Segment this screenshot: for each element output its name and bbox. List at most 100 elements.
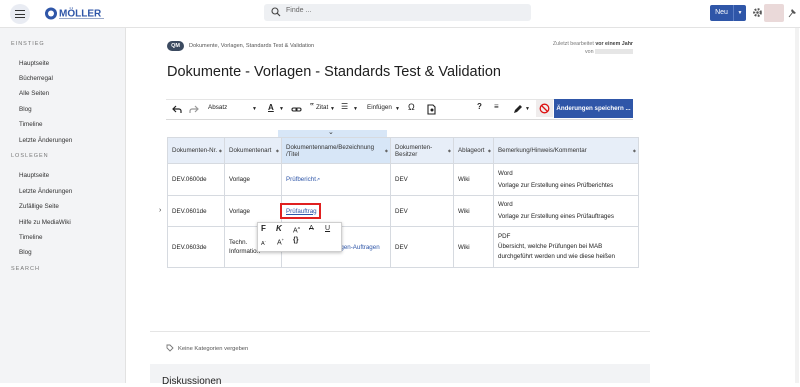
chevron-down-icon[interactable]: ▼ — [353, 106, 358, 112]
pin-icon[interactable] — [788, 7, 797, 18]
edit-mode-icon[interactable] — [513, 104, 523, 114]
cell-nr[interactable]: DEV.0603de — [167, 226, 225, 268]
link-icon[interactable] — [291, 105, 302, 114]
bold-button[interactable]: F — [261, 224, 266, 233]
hamburger-menu-button[interactable] — [10, 4, 30, 24]
sidebar-item-hauptseite[interactable]: Hauptseite — [19, 60, 49, 67]
sidebar-item-letzte-aenderungen-2[interactable]: Letzte Änderungen — [19, 188, 72, 195]
sidebar-item-blog[interactable]: Blog — [19, 106, 32, 113]
italic-button[interactable]: K — [276, 224, 282, 233]
breadcrumb[interactable]: Dokumente, Vorlagen, Standards Test & Va… — [189, 43, 314, 49]
discussion-title: Diskussionen — [162, 376, 222, 387]
big-text-button[interactable]: A+ — [277, 237, 284, 246]
quote-icon[interactable]: ‟ — [310, 102, 314, 111]
header-art[interactable]: Dokumentenart ◆ — [224, 137, 282, 164]
scrollbar[interactable] — [795, 28, 799, 383]
cell-note[interactable]: Word Vorlage zur Erstellung eines Prüfber… — [493, 163, 639, 196]
new-dropdown-button[interactable]: ▼ — [733, 5, 746, 21]
special-character-icon[interactable]: Ω — [408, 102, 415, 112]
sort-icon[interactable]: ◆ — [633, 148, 636, 153]
sidebar-item-timeline-2[interactable]: Timeline — [19, 234, 43, 241]
header-name[interactable]: Dokumentenname/Bezeichnung /Titel ◆ — [281, 137, 391, 164]
gear-icon[interactable] — [752, 7, 763, 18]
strikethrough-button[interactable]: A — [309, 225, 314, 232]
sidebar-item-zufaellige-seite[interactable]: Zufällige Seite — [19, 203, 59, 210]
code-button[interactable]: {} — [293, 237, 298, 244]
avatar[interactable] — [764, 4, 784, 22]
sidebar-item-alle-seiten[interactable]: Alle Seiten — [19, 90, 49, 97]
last-edit-prefix: Zuletzt bearbeitet — [552, 41, 594, 47]
list-icon[interactable]: ☰ — [341, 102, 348, 111]
cell-owner[interactable]: DEV — [390, 226, 454, 268]
header-nr[interactable]: Dokumenten-Nr. ◆ — [167, 137, 225, 164]
superscript-button[interactable]: Aa — [293, 225, 300, 234]
paragraph-format-dropdown[interactable]: Absatz — [208, 104, 227, 111]
note-type: Word — [498, 169, 513, 177]
sort-icon[interactable]: ◆ — [219, 148, 222, 153]
new-button[interactable]: Neu — [710, 5, 733, 21]
header-owner[interactable]: Dokumenten-Besitzer ◆ — [390, 137, 454, 164]
table-row[interactable]: DEV.0600de Vorlage Prüfbericht↗ DEV Wiki… — [167, 163, 639, 196]
last-edit-by: von — [584, 49, 594, 55]
table-header-row: Dokumenten-Nr. ◆ Dokumentenart ◆ Dokumente… — [167, 137, 639, 164]
sidebar-section-einstieg: EINSTIEG — [11, 41, 45, 47]
cancel-edit-button[interactable] — [536, 100, 553, 117]
cell-place[interactable]: Wiki — [453, 195, 494, 227]
header-place[interactable]: Ablageort ◆ — [453, 137, 494, 164]
cell-owner[interactable]: DEV — [390, 163, 454, 196]
search-bar[interactable]: Finde ... — [264, 4, 531, 21]
chevron-down-icon[interactable]: ▼ — [279, 106, 284, 112]
chevron-down-icon[interactable]: ▼ — [252, 106, 257, 112]
sidebar-item-buecherregal[interactable]: Bücherregal — [19, 75, 53, 82]
table-row[interactable]: DEV.0603de Techn. Information …Prüfungen… — [167, 226, 639, 268]
sort-icon[interactable]: ◆ — [448, 148, 451, 153]
svg-text:MÖLLER: MÖLLER — [59, 7, 102, 20]
header-note[interactable]: Bemerkung/Hinweis/Kommentar ◆ — [493, 137, 639, 164]
undo-icon[interactable] — [172, 105, 182, 114]
note-text: Vorlage zur Erstellung eines Prüfauftrag… — [498, 213, 614, 220]
last-edit-time[interactable]: vor einem Jahr — [595, 41, 633, 47]
cite-button[interactable]: Zitat — [316, 104, 328, 111]
template-icon[interactable] — [427, 104, 436, 115]
cell-note[interactable]: PDF Übersicht, welche Prüfungen bei MAB du… — [493, 226, 639, 268]
cell-owner[interactable]: DEV — [390, 195, 454, 227]
sort-icon[interactable]: ◆ — [385, 148, 388, 153]
text-style-icon[interactable]: A — [268, 103, 274, 112]
column-select-handle[interactable]: ⌄ — [278, 129, 387, 137]
moeller-logo[interactable]: MÖLLER — [44, 6, 106, 21]
small-text-button[interactable]: A- — [261, 238, 266, 247]
cell-nr[interactable]: DEV.0601de — [167, 195, 225, 227]
underline-button[interactable]: U — [325, 225, 330, 232]
discussion-section — [150, 364, 650, 383]
sidebar-item-timeline[interactable]: Timeline — [19, 121, 43, 128]
chevron-down-icon[interactable]: ▼ — [330, 106, 335, 112]
insert-dropdown[interactable]: Einfügen — [367, 104, 392, 111]
cell-note[interactable]: Word Vorlage zur Erstellung eines Prüfauf… — [493, 195, 639, 227]
sidebar-item-hilfe[interactable]: Hilfe zu MediaWiki — [19, 219, 71, 226]
redo-icon[interactable] — [189, 105, 199, 114]
search-icon — [271, 7, 281, 17]
chevron-down-icon[interactable]: ▼ — [395, 106, 400, 112]
cell-place[interactable]: Wiki — [453, 226, 494, 268]
header-art-label: Dokumentenart — [229, 147, 272, 154]
cell-nr[interactable]: DEV.0600de — [167, 163, 225, 196]
page-options-icon[interactable]: ≡ — [494, 102, 499, 111]
sort-icon[interactable]: ◆ — [276, 148, 279, 153]
help-button[interactable]: ? — [477, 102, 482, 111]
sidebar-item-hauptseite-2[interactable]: Hauptseite — [19, 172, 49, 179]
sidebar-item-blog-2[interactable]: Blog — [19, 249, 32, 256]
sort-icon[interactable]: ◆ — [488, 148, 491, 153]
document-link[interactable]: Prüfbericht — [286, 176, 316, 183]
row-select-arrow-icon[interactable]: › — [159, 207, 161, 214]
chevron-down-icon[interactable]: ▼ — [525, 106, 530, 112]
last-edited-info: Zuletzt bearbeitet vor einem Jahr von — [520, 40, 633, 56]
cell-name[interactable]: Prüfbericht↗ — [281, 163, 391, 196]
table-row[interactable]: DEV.0601de Vorlage Prüfauftrag DEV Wiki … — [167, 195, 639, 227]
cell-art[interactable]: Vorlage — [224, 163, 282, 196]
save-changes-button[interactable]: Änderungen speichern ... — [554, 99, 633, 118]
cell-place[interactable]: Wiki — [453, 163, 494, 196]
sidebar-item-letzte-aenderungen[interactable]: Letzte Änderungen — [19, 137, 72, 144]
qm-badge[interactable]: QM — [167, 41, 184, 51]
selection-highlight — [280, 203, 321, 219]
last-edit-user[interactable] — [595, 49, 633, 55]
